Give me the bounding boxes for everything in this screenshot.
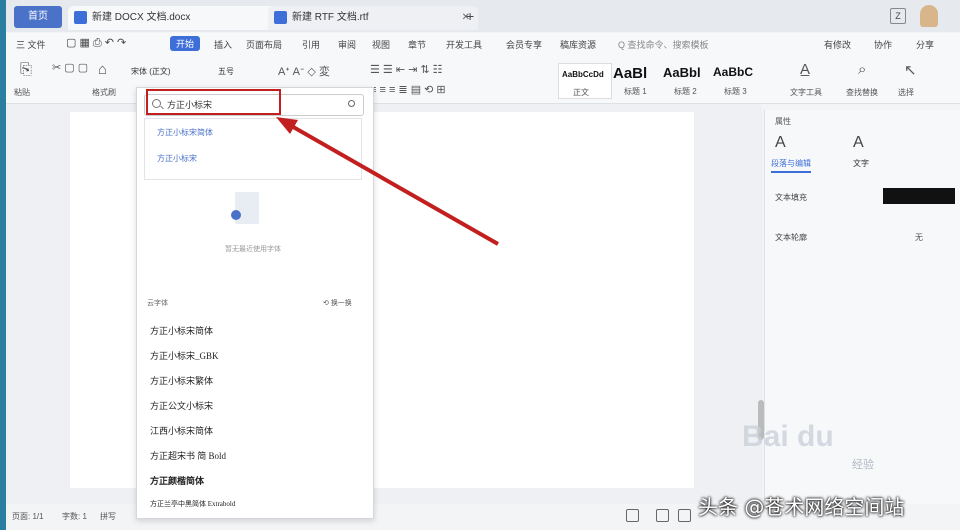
menu-tab-insert[interactable]: 插入 <box>214 38 232 51</box>
text-style-icon: A <box>853 134 864 151</box>
jingyan-watermark: 经验 <box>852 459 874 471</box>
style-normal-label: 正文 <box>573 88 589 97</box>
font-name-select[interactable]: 宋体 (正文) <box>131 65 213 79</box>
select-label[interactable]: 选择 <box>898 87 914 98</box>
home-tab[interactable]: 首页 <box>14 6 62 28</box>
menu-tab-developer[interactable]: 开发工具 <box>446 38 482 51</box>
refresh-fonts-button[interactable]: ⟲ 换一换 <box>323 298 352 308</box>
writer-doc-icon <box>274 11 287 24</box>
brush-label: 粘贴 <box>14 88 30 97</box>
select-cursor-icon[interactable]: ↖ <box>904 61 917 79</box>
word-count[interactable]: 字数: 1 <box>62 511 87 522</box>
document-area <box>6 104 764 504</box>
search-suggestions: 方正小标宋简体 方正小标宋 <box>144 118 362 180</box>
clear-icon[interactable] <box>348 100 355 107</box>
style-heading2[interactable]: AaBbl 标题 2 <box>660 63 712 97</box>
page-view-icon[interactable] <box>656 509 669 522</box>
menu-tab-home[interactable]: 开始 <box>170 36 201 51</box>
collab-button[interactable]: 协作 <box>874 38 892 51</box>
list-icons[interactable]: ☰ ☰ ⇤ ⇥ ⇅ ☷ <box>370 63 443 76</box>
menu-tab-section[interactable]: 章节 <box>408 38 426 51</box>
font-format-icons[interactable]: Aᐩ Aᐨ ◇ 変 <box>278 63 330 79</box>
page-count: 页面: 1/1 <box>12 512 44 521</box>
tab-text[interactable]: 文字 <box>853 158 869 169</box>
font-dropdown-panel: 方正小标宋简体 方正小标宋 暂无最近使用字体 云字体 ⟲ 换一换 方正小标宋简体… <box>136 87 374 519</box>
share-button[interactable]: 分享 <box>916 38 934 51</box>
pane-title: 属性 <box>775 117 791 126</box>
menu-tab-member[interactable]: 会员专享 <box>506 38 542 51</box>
outline-view-icon[interactable] <box>678 509 691 522</box>
font-list-item[interactable]: 方正颜楷简体 <box>150 474 204 487</box>
text-fill-color-swatch[interactable] <box>883 188 955 204</box>
style-heading3[interactable]: AaBbC 标题 3 <box>710 63 766 97</box>
text-outline-value[interactable]: 无 <box>915 232 923 243</box>
menu-tab-resources[interactable]: 稿库资源 <box>560 38 596 51</box>
font-list-item[interactable]: 方正小标宋繁体 <box>150 374 213 387</box>
style-normal-preview: AaBbCcDd <box>562 70 604 79</box>
tab-bar: 首页 新建 DOCX 文档.docx • 新建 RTF 文档.rtf ✕ + Z <box>6 0 960 32</box>
style-heading1-preview: AaBl <box>613 65 648 82</box>
text-outline-label: 文本轮廓 <box>775 233 807 242</box>
baidu-watermark: Bai du <box>742 420 834 453</box>
refresh-fonts-label: 换一换 <box>330 300 352 307</box>
menu-bar: 三 文件 ▢ ▦ ⎙ ↶ ↷ 开始 插入 页面布局 引用 审阅 视图 章节 开发… <box>6 33 960 57</box>
tab-doc-docx-label: 新建 DOCX 文档.docx <box>92 12 191 23</box>
font-list-item[interactable]: 方正超宋书 简 Bold <box>150 449 226 462</box>
paragraph-style-icon: A <box>775 134 786 151</box>
toolbar-quick-icons[interactable]: ▢ ▦ ⎙ ↶ ↷ <box>66 36 126 50</box>
suggestion-item[interactable]: 方正小标宋简体 <box>157 127 213 138</box>
menu-tab-layout[interactable]: 页面布局 <box>246 38 282 51</box>
font-list-item[interactable]: 方正兰亭中黑简体 Extrabold <box>150 499 235 509</box>
command-search[interactable]: Q 查找命令、搜索模板 <box>618 38 709 51</box>
writer-doc-icon <box>74 11 87 24</box>
tab-paragraph-edit[interactable]: 段落与编辑 <box>771 158 811 173</box>
tab-doc-rtf-label: 新建 RTF 文档.rtf <box>292 12 369 23</box>
align-icons[interactable]: ≡ ≡ ≡ ≣ ▤ ⟲ ⊞ <box>370 83 446 96</box>
style-heading2-label: 标题 2 <box>674 87 697 96</box>
tab-doc-rtf[interactable]: 新建 RTF 文档.rtf ✕ <box>268 6 478 30</box>
find-replace-label[interactable]: 查找替换 <box>846 87 878 98</box>
style-heading1-label: 标题 1 <box>624 87 647 96</box>
text-tools-label[interactable]: 文字工具 <box>790 87 822 98</box>
style-heading2-preview: AaBbl <box>663 65 701 80</box>
font-list-item[interactable]: 方正公文小标宋 <box>150 399 213 412</box>
new-tab-button[interactable]: + <box>466 8 474 24</box>
format-brush-label: 格式刷 <box>92 88 116 97</box>
spell-check[interactable]: 拼写 <box>100 511 116 522</box>
find-replace-icon[interactable]: ⌕ <box>858 61 866 78</box>
window-layout-icon[interactable]: Z <box>890 8 906 24</box>
file-menu[interactable]: 三 文件 <box>16 38 46 51</box>
menu-tab-view[interactable]: 视图 <box>372 38 390 51</box>
style-heading1[interactable]: AaBl 标题 1 <box>610 63 662 97</box>
style-heading3-preview: AaBbC <box>713 65 754 79</box>
font-list-item[interactable]: 方正小标宋简体 <box>150 324 213 337</box>
style-normal[interactable]: AaBbCcDd 正文 <box>558 63 612 99</box>
suggestion-item[interactable]: 方正小标宋 <box>157 153 197 164</box>
cut-copy-icon[interactable]: ✂ ▢ ▢ <box>52 61 88 74</box>
format-brush-icon[interactable]: ⌂ <box>98 61 107 78</box>
menu-tab-references[interactable]: 引用 <box>302 38 320 51</box>
tab-doc-docx[interactable]: 新建 DOCX 文档.docx • <box>68 6 288 30</box>
empty-state-illustration <box>231 192 259 224</box>
toutiao-watermark: 头条 @苍术网络空间站 <box>698 495 905 519</box>
text-fill-label: 文本填充 <box>775 193 807 202</box>
paste-icon[interactable]: ⎘ <box>20 61 32 78</box>
style-heading3-label: 标题 3 <box>724 87 747 96</box>
menu-tab-review[interactable]: 审阅 <box>338 38 356 51</box>
cloud-fonts-label: 云字体 <box>147 300 168 307</box>
eye-icon[interactable] <box>626 509 639 522</box>
empty-state-text: 暂无最近使用字体 <box>225 246 281 253</box>
avatar[interactable] <box>920 5 938 27</box>
app-window: 首页 新建 DOCX 文档.docx • 新建 RTF 文档.rtf ✕ + Z… <box>6 0 960 530</box>
font-list-item[interactable]: 方正小标宋_GBK <box>150 349 219 362</box>
font-list-item[interactable]: 江西小标宋简体 <box>150 424 213 437</box>
text-tools-icon[interactable]: A̲ <box>800 61 810 78</box>
unsaved-status[interactable]: 有修改 <box>824 38 851 51</box>
font-size-select[interactable]: 五号 <box>218 65 258 79</box>
search-highlight-box <box>146 89 281 115</box>
